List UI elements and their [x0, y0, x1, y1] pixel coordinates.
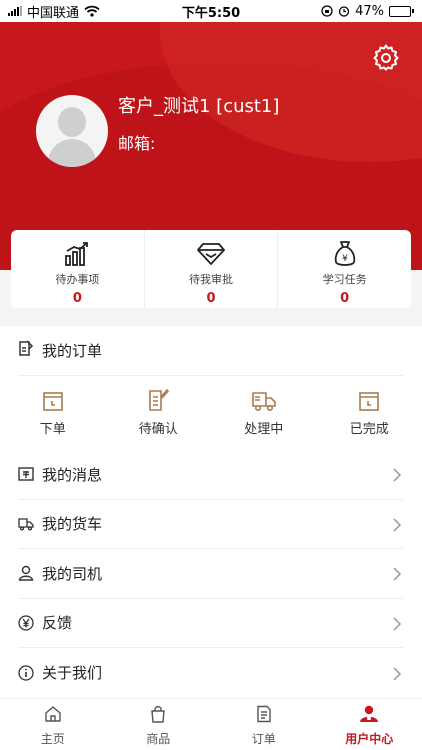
tab-label: 主页: [40, 732, 65, 746]
order-doc-icon: [18, 340, 34, 361]
order-states: 下单 待确认 处理中 已完成: [0, 386, 422, 452]
menu-item-label: 反馈: [42, 614, 73, 633]
status-time: 下午5:50: [181, 5, 241, 21]
user-name: 客户_测试1 [cust1]: [118, 96, 280, 117]
bottom-tab-bar: 主页 商品 订单 用户中心: [0, 698, 422, 750]
chevron-right-icon: [390, 616, 404, 631]
settings-gear-icon[interactable]: [372, 44, 400, 72]
edit-doc-icon: [147, 386, 170, 412]
stat-approval[interactable]: 待我审批 0: [145, 230, 279, 308]
menu-item-label: 我的司机: [42, 564, 103, 583]
avatar[interactable]: [36, 95, 108, 167]
shopping-bag-icon: [149, 705, 167, 727]
order-state-label: 处理中: [244, 422, 284, 437]
chevron-right-icon: [390, 666, 404, 681]
order-state-completed[interactable]: 已完成: [317, 386, 422, 452]
order-state-label: 待确认: [138, 422, 178, 437]
order-state-label: 已完成: [349, 422, 389, 437]
email-label: 邮箱:: [118, 134, 156, 153]
order-state-placed[interactable]: 下单: [0, 386, 106, 452]
stat-value: 0: [72, 291, 82, 306]
menu-item-trucks[interactable]: 我的货车: [18, 500, 404, 549]
alarm-icon: [338, 5, 350, 17]
rotation-lock-icon: [321, 5, 333, 17]
carrier-name: 中国联通: [27, 5, 80, 21]
menu-item-drivers[interactable]: 我的司机: [18, 549, 404, 599]
battery-percent: 47%: [355, 3, 384, 19]
my-orders-header[interactable]: 我的订单: [18, 326, 404, 376]
order-state-processing[interactable]: 处理中: [211, 386, 317, 452]
menu-item-about[interactable]: 关于我们: [18, 648, 404, 698]
stat-value: 0: [206, 291, 216, 306]
home-icon: [44, 705, 62, 727]
tab-home[interactable]: 主页: [0, 699, 106, 750]
tab-products[interactable]: 商品: [106, 699, 212, 750]
svg-text:¥: ¥: [342, 254, 348, 264]
menu-item-label: 关于我们: [42, 664, 103, 683]
status-bar: 中国联通 下午5:50 47%: [0, 0, 422, 22]
chevron-right-icon: [390, 566, 404, 581]
truck-icon: [251, 386, 277, 412]
user-center-icon: [359, 705, 379, 727]
chevron-right-icon: [390, 517, 404, 532]
email-line: 邮箱:: [118, 130, 155, 154]
chevron-right-icon: [390, 467, 404, 482]
order-state-label: 下单: [39, 422, 66, 437]
wifi-icon: [84, 5, 100, 17]
stat-label: 待办事项: [55, 273, 100, 286]
truck-icon: [18, 516, 34, 532]
menu-item-label: 我的消息: [42, 465, 103, 484]
tab-label: 商品: [146, 732, 171, 746]
my-orders-title: 我的订单: [42, 342, 103, 360]
battery-icon: [389, 5, 414, 17]
yen-circle-icon: [18, 615, 34, 631]
tab-orders[interactable]: 订单: [211, 699, 317, 750]
tab-label: 订单: [251, 732, 276, 746]
tab-label: 用户中心: [345, 732, 394, 746]
menu-item-feedback[interactable]: 反馈: [18, 599, 404, 648]
message-icon: [18, 466, 34, 482]
signal-icon: [8, 6, 22, 16]
info-icon: [18, 665, 34, 681]
stats-card: 待办事项 0 待我审批 0 ¥ 学习任务 0: [11, 230, 411, 308]
menu-item-messages[interactable]: 我的消息: [18, 450, 404, 500]
menu-list: 我的消息 我的货车 我的司机 反馈 关于我们: [18, 450, 404, 698]
calendar-icon: [42, 386, 64, 412]
order-state-pending[interactable]: 待确认: [106, 386, 212, 452]
stat-todo[interactable]: 待办事项 0: [11, 230, 145, 308]
stat-learning[interactable]: ¥ 学习任务 0: [278, 230, 411, 308]
stat-label: 待我审批: [189, 273, 233, 286]
money-bag-icon: ¥: [333, 240, 357, 268]
user-icon: [18, 565, 34, 581]
menu-item-label: 我的货车: [42, 515, 103, 534]
calendar-icon: [358, 386, 380, 412]
stat-value: 0: [340, 291, 350, 306]
order-doc-icon: [255, 705, 273, 727]
diamond-icon: [197, 240, 225, 268]
tab-user-center[interactable]: 用户中心: [317, 699, 422, 750]
stat-label: 学习任务: [322, 273, 367, 286]
bar-chart-icon: [64, 240, 90, 268]
